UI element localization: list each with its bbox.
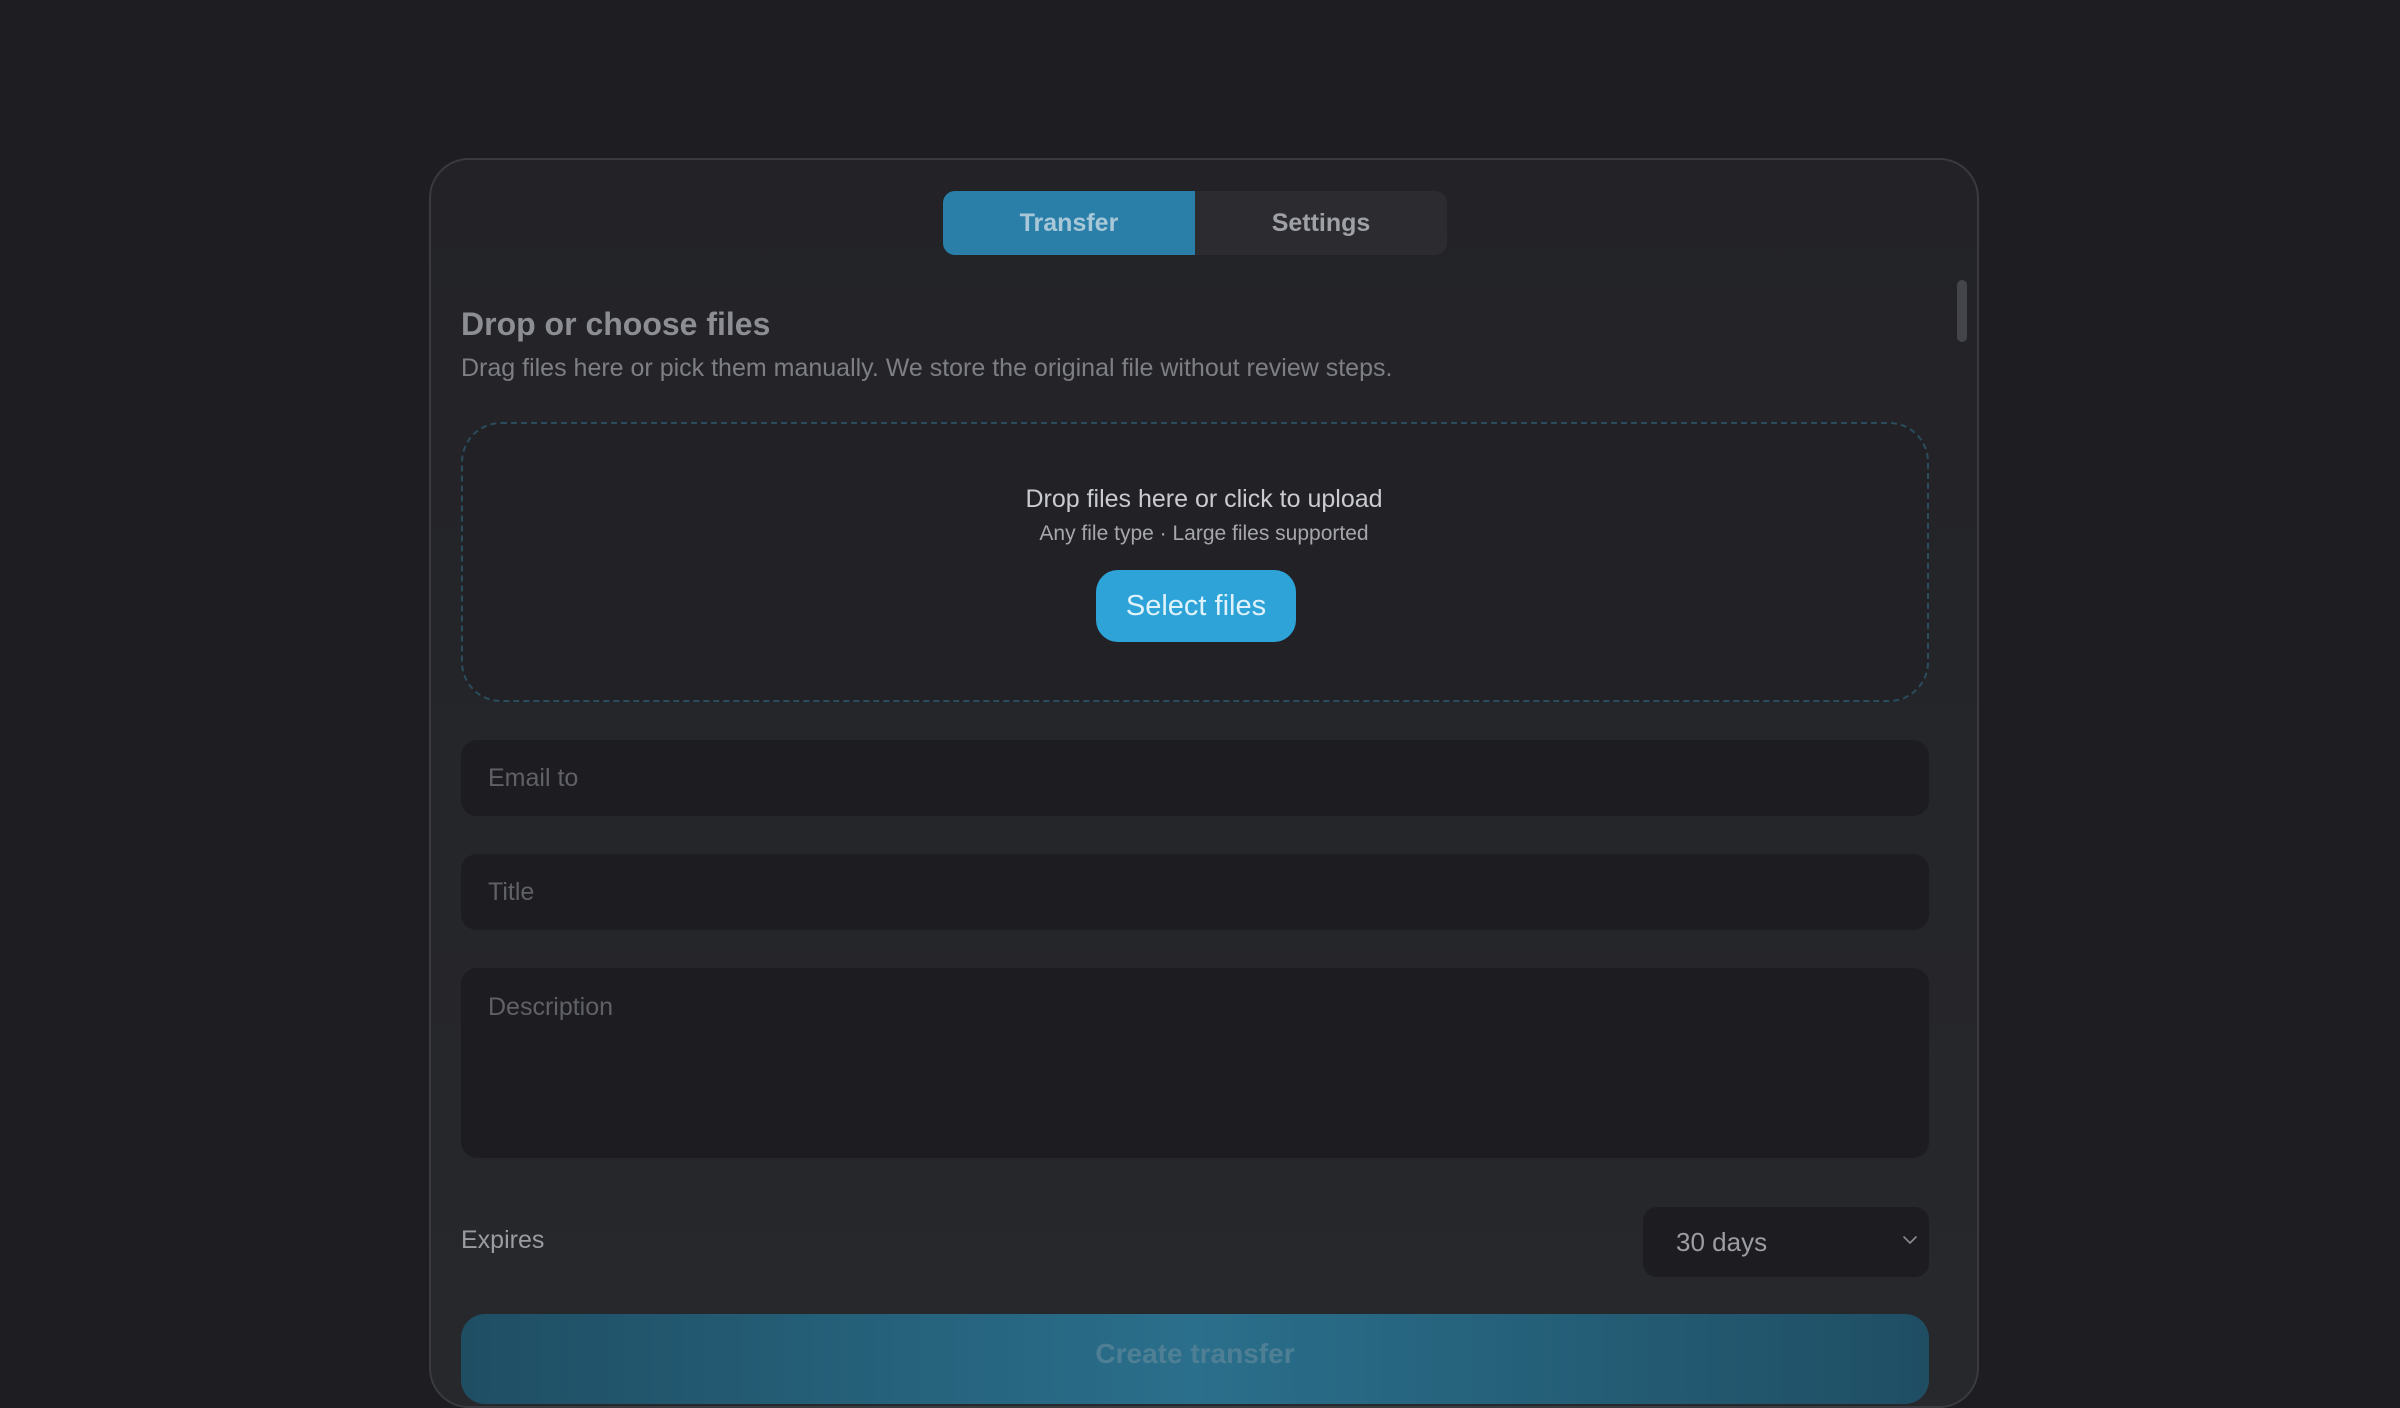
email-field[interactable]: Email to — [461, 740, 1929, 816]
dropzone-subtitle: Any file type · Large files supported — [1039, 522, 1369, 545]
file-dropzone[interactable] — [461, 422, 1929, 702]
email-placeholder: Email to — [488, 763, 579, 792]
create-transfer-button[interactable]: Create transfer — [461, 1314, 1929, 1404]
section-subtitle: Drag files here or pick them manually. W… — [461, 354, 1393, 382]
description-placeholder: Description — [488, 993, 614, 1021]
section-title: Drop or choose files — [461, 306, 771, 342]
select-files-button[interactable]: Select files — [1096, 570, 1296, 642]
scrollbar-thumb[interactable] — [1957, 280, 1967, 342]
chevron-down-icon — [1903, 1236, 1917, 1244]
expires-select[interactable]: 30 days — [1643, 1207, 1929, 1277]
expires-label: Expires — [461, 1226, 545, 1254]
tab-transfer[interactable]: Transfer — [943, 191, 1195, 255]
tab-bar: Transfer Settings — [943, 191, 1447, 255]
transfer-card: Transfer Settings Drop or choose files D… — [429, 158, 1979, 1408]
tab-settings[interactable]: Settings — [1195, 191, 1447, 255]
title-field[interactable]: Title — [461, 854, 1929, 930]
title-placeholder: Title — [488, 877, 535, 906]
description-field[interactable]: Description — [461, 968, 1929, 1158]
expires-value: 30 days — [1676, 1226, 1768, 1257]
dropzone-title: Drop files here or click to upload — [1025, 485, 1383, 513]
